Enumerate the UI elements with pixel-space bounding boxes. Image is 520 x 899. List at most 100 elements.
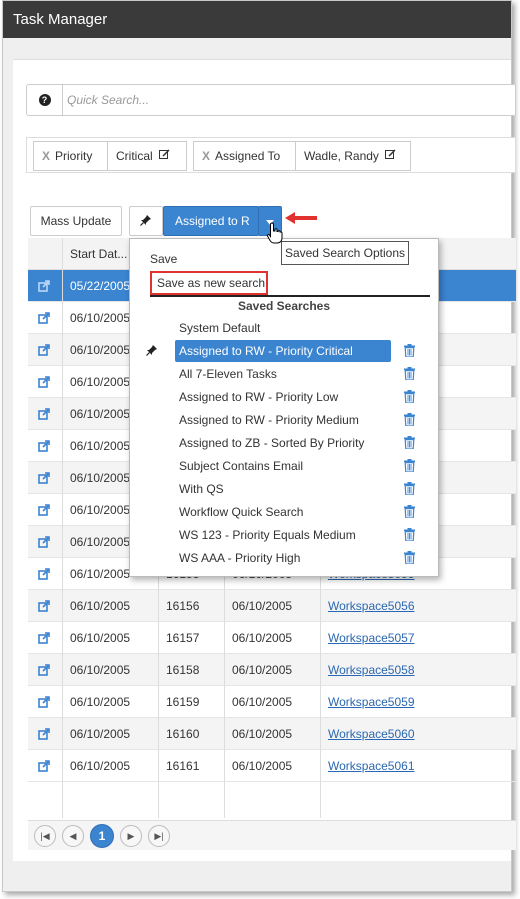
open-task-icon[interactable] (38, 366, 50, 398)
table-row[interactable]: 06/10/2005 16160 06/10/2005 Workspace5060 (28, 718, 516, 750)
date-cell: 06/10/2005 (232, 695, 293, 709)
question-circle-icon[interactable]: ? (27, 85, 63, 115)
saved-searches-heading: Saved Searches (237, 299, 331, 313)
saved-search-item[interactable]: WS AAA - Priority High (175, 547, 391, 569)
workspace-link[interactable]: Workspace5058 (328, 654, 415, 686)
table-row[interactable]: 06/10/2005 16157 06/10/2005 Workspace5057 (28, 622, 516, 654)
date-cell: 06/10/2005 (232, 727, 293, 741)
quick-search-bar: ? (26, 84, 516, 116)
saved-search-item[interactable]: Assigned to RW - Priority Critical (175, 340, 391, 362)
remove-filter-icon[interactable]: X (42, 149, 50, 163)
current-page-button[interactable]: 1 (90, 824, 114, 848)
start-date-cell: 06/10/2005 (70, 727, 131, 741)
open-task-icon[interactable] (38, 270, 50, 302)
pager: |◀ ◀ 1 ▶ ▶| (28, 820, 516, 850)
open-task-icon[interactable] (38, 462, 50, 494)
open-task-icon[interactable] (38, 430, 50, 462)
start-date-cell: 06/10/2005 (70, 599, 131, 613)
task-id-cell: 16158 (166, 663, 200, 677)
trash-icon[interactable] (404, 459, 418, 473)
filter-field-priority[interactable]: X Priority (33, 141, 108, 171)
date-cell: 06/10/2005 (232, 663, 293, 677)
open-task-icon[interactable] (38, 398, 50, 430)
open-task-icon[interactable] (38, 334, 50, 366)
next-page-button[interactable]: ▶ (120, 825, 142, 847)
start-date-cell: 06/10/2005 (70, 343, 131, 357)
date-cell: 06/10/2005 (232, 631, 293, 645)
start-date-cell: 06/10/2005 (70, 439, 131, 453)
trash-icon[interactable] (404, 505, 418, 519)
table-row[interactable]: 06/10/2005 16161 06/10/2005 Workspace5061 (28, 750, 516, 782)
filter-value-assigned-to[interactable]: Wadle, Randy (295, 141, 411, 171)
saved-search-item[interactable]: System Default (175, 317, 391, 339)
trash-icon[interactable] (404, 551, 418, 565)
task-id-cell: 16161 (166, 759, 200, 773)
open-task-icon[interactable] (38, 622, 50, 654)
filter-field-assigned-to[interactable]: X Assigned To (193, 141, 296, 171)
open-task-icon[interactable] (38, 558, 50, 590)
workspace-link[interactable]: Workspace5061 (328, 750, 415, 782)
save-as-new-search-menu-item[interactable]: Save as new search (157, 276, 265, 290)
workspace-link[interactable]: Workspace5056 (328, 590, 415, 622)
trash-icon[interactable] (404, 390, 418, 404)
trash-icon[interactable] (404, 436, 418, 450)
start-date-cell: 06/10/2005 (70, 503, 131, 517)
edit-icon[interactable] (384, 149, 396, 163)
saved-search-item[interactable]: All 7-Eleven Tasks (175, 363, 391, 385)
open-task-icon[interactable] (38, 654, 50, 686)
start-date-cell: 06/10/2005 (70, 471, 131, 485)
task-id-cell: 16157 (166, 631, 200, 645)
red-arrow-icon (285, 212, 317, 224)
prev-page-button[interactable]: ◀ (62, 825, 84, 847)
trash-icon[interactable] (404, 344, 418, 358)
table-row[interactable]: 06/10/2005 16158 06/10/2005 Workspace5058 (28, 654, 516, 686)
hand-cursor-icon (266, 222, 283, 244)
workspace-link[interactable]: Workspace5060 (328, 718, 415, 750)
open-task-icon[interactable] (38, 718, 50, 750)
mass-update-button[interactable]: Mass Update (30, 206, 122, 236)
workspace-link[interactable]: Workspace5059 (328, 686, 415, 718)
pin-icon (140, 214, 152, 229)
quick-search-input[interactable] (65, 87, 505, 113)
saved-search-item[interactable]: Subject Contains Email (175, 455, 391, 477)
workspace-link[interactable]: Workspace5057 (328, 622, 415, 654)
open-task-icon[interactable] (38, 686, 50, 718)
remove-filter-icon[interactable]: X (202, 149, 210, 163)
filter-bar: X Priority Critical X Assigned To Wadle,… (26, 137, 516, 173)
start-date-cell: 06/10/2005 (70, 567, 131, 581)
trash-icon[interactable] (404, 413, 418, 427)
column-header-start-date[interactable]: Start Dat... (70, 238, 127, 270)
pin-button[interactable] (129, 206, 163, 236)
open-task-icon[interactable] (38, 526, 50, 558)
task-id-cell: 16159 (166, 695, 200, 709)
table-row[interactable]: 06/10/2005 16159 06/10/2005 Workspace5059 (28, 686, 516, 718)
last-page-button[interactable]: ▶| (148, 825, 170, 847)
saved-search-item[interactable]: With QS (175, 478, 391, 500)
filter-value-priority[interactable]: Critical (107, 141, 187, 171)
window-title: Task Manager (3, 1, 511, 38)
trash-icon[interactable] (404, 367, 418, 381)
saved-search-options-tooltip: Saved Search Options (281, 241, 409, 265)
trash-icon[interactable] (404, 482, 418, 496)
saved-search-dropdown: Save Save as new search Saved Searches S… (129, 238, 439, 577)
start-date-cell: 06/10/2005 (70, 759, 131, 773)
edit-icon[interactable] (158, 149, 170, 163)
open-task-icon[interactable] (38, 750, 50, 782)
saved-search-item[interactable]: Workflow Quick Search (175, 501, 391, 523)
task-id-cell: 16156 (166, 599, 200, 613)
saved-search-item[interactable]: WS 123 - Priority Equals Medium (175, 524, 391, 546)
saved-search-item[interactable]: Assigned to RW - Priority Medium (175, 409, 391, 431)
trash-icon[interactable] (404, 528, 418, 542)
saved-search-item[interactable]: Assigned to RW - Priority Low (175, 386, 391, 408)
open-task-icon[interactable] (38, 494, 50, 526)
start-date-cell: 06/10/2005 (70, 535, 131, 549)
saved-search-item[interactable]: Assigned to ZB - Sorted By Priority (175, 432, 391, 454)
saved-search-button[interactable]: Assigned to R (163, 206, 259, 236)
save-menu-item[interactable]: Save (150, 252, 177, 266)
open-task-icon[interactable] (38, 302, 50, 334)
first-page-button[interactable]: |◀ (34, 825, 56, 847)
table-row[interactable]: 06/10/2005 16156 06/10/2005 Workspace5056 (28, 590, 516, 622)
pin-icon (146, 344, 158, 359)
open-task-icon[interactable] (38, 590, 50, 622)
start-date-cell: 06/10/2005 (70, 407, 131, 421)
